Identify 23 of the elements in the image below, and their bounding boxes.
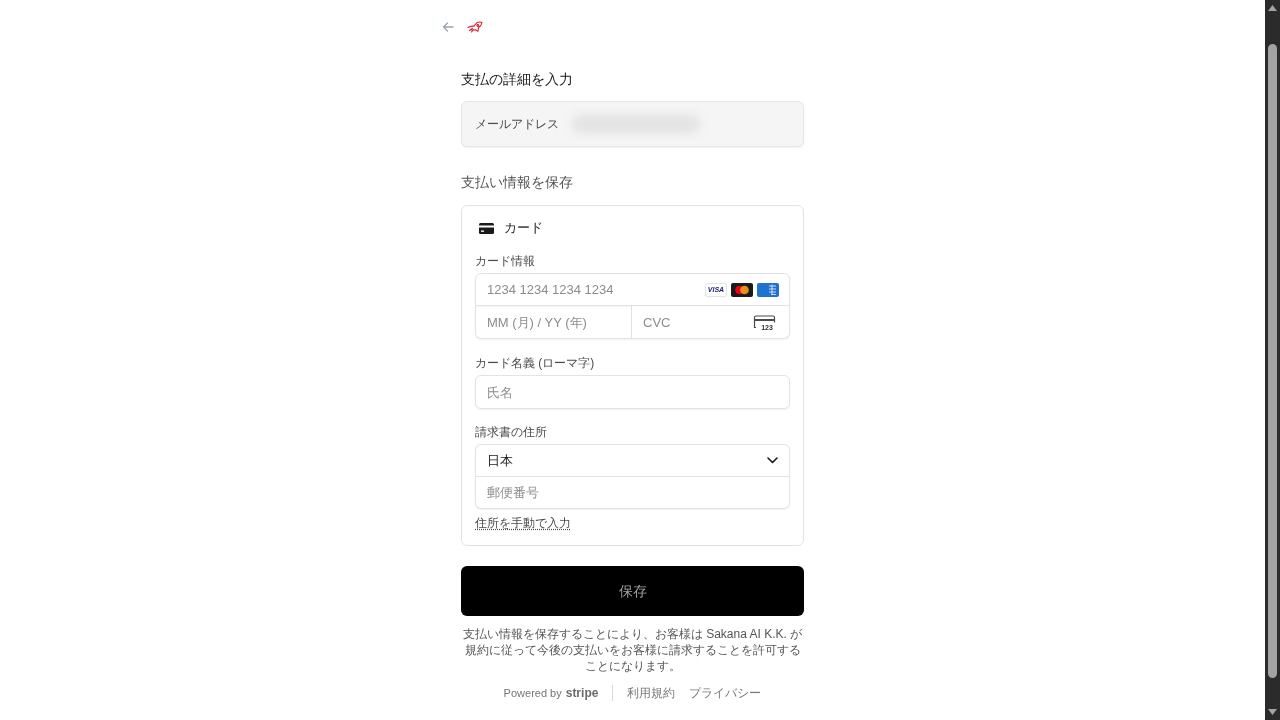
email-label: メールアドレス [475,116,560,133]
cardholder-name-field[interactable]: 氏名 [475,375,790,409]
field-label: 請求書の住所 [475,424,548,440]
field-label: カード情報 [475,253,536,269]
stripe-logo[interactable]: stripe [565,684,599,702]
scroll-down-icon[interactable] [1268,709,1277,715]
footer-link[interactable]: プライバシー [689,684,762,702]
powered-by-text: Powered by [503,685,562,701]
footer-link[interactable]: 利用規約 [627,684,676,702]
expiry-field[interactable]: MM (月) / YY (年) [475,306,632,339]
chevron-down-icon [767,457,778,464]
scroll-up-icon[interactable] [1268,5,1277,11]
terms-text: 支払い情報を保存することにより、お客様は Sakana AI K.K. が規約に従って今後の支払いをお客様に請求することを許可することになります。 [461,626,804,674]
country-select[interactable]: 日本 [475,444,790,477]
page-title: 支払の詳細を入力 [461,70,574,89]
manual-address-link[interactable]: 住所を手動で入力 [475,515,571,531]
card-icon [479,222,494,234]
logo-icon [467,21,483,33]
postal-code-field[interactable]: 郵便番号 [475,477,790,509]
field-label: カード名義 (ローマ字) [475,355,596,371]
section-heading: 支払い情報を保存 [461,173,574,192]
scrollbar-thumb[interactable] [1268,44,1277,678]
payment-method-label: カード [504,219,543,238]
